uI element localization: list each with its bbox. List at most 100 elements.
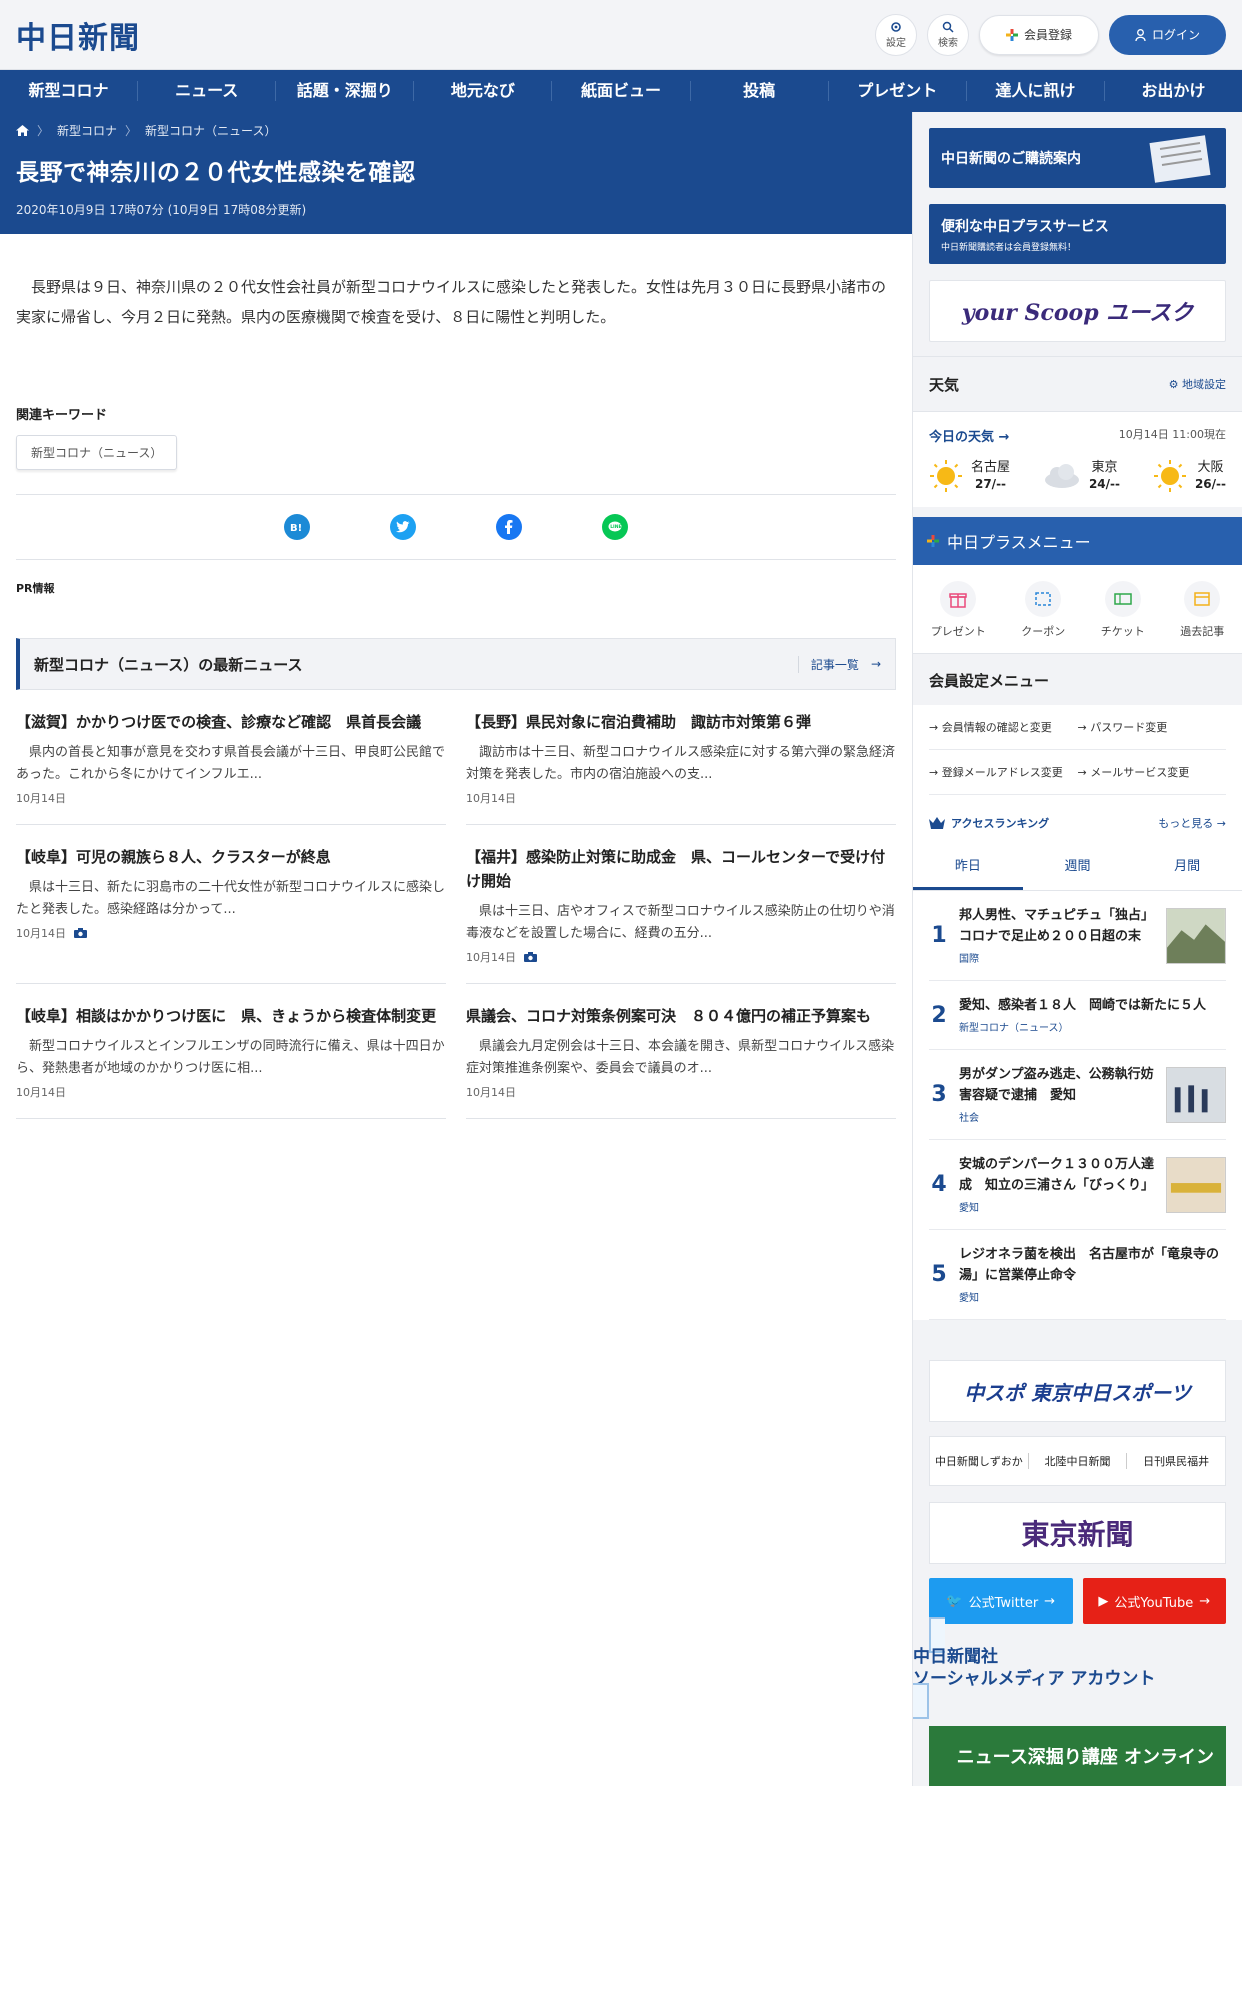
member-link[interactable]: → 会員情報の確認と変更 (929, 719, 1078, 735)
latest-news-list: 【滋賀】かかりつけ医での検査、診療など確認 県首長会議 県内の首長と知事が意見を… (16, 690, 896, 1119)
pr-label: PR情報 (16, 582, 55, 595)
line-icon[interactable]: LINE (602, 514, 628, 540)
news-date: 10月14日 (466, 1086, 516, 1099)
subscription-banner[interactable]: 中日新聞のご購読案内 (929, 128, 1226, 188)
site-logo[interactable]: 中日新聞 (16, 13, 140, 57)
breadcrumb-item-corona-news[interactable]: 新型コロナ（ニュース） (145, 122, 276, 139)
camera-icon (74, 928, 87, 938)
social-media-banner[interactable]: 中日新聞社 ソーシャルメディア アカウント (913, 1617, 1242, 1719)
news-date: 10月14日 (466, 951, 516, 964)
search-label: 検索 (937, 37, 958, 49)
news-title[interactable]: 【岐阜】相談はかかりつけ医に 県、きょうから検査体制変更 (16, 1004, 446, 1028)
nav-item-news[interactable]: ニュース (138, 81, 277, 101)
plus-menu-coupon[interactable]: クーポン (1021, 581, 1065, 639)
nav-item-outing[interactable]: お出かけ (1105, 81, 1242, 101)
news-title[interactable]: 【福井】感染防止対策に助成金 県、コールセンターで受け付け開始 (466, 845, 896, 893)
rank-title: 邦人男性、マチュピチュ「独占」 コロナで足止め２００日超の末 (959, 908, 1161, 944)
nav-item-local[interactable]: 地元なび (414, 81, 553, 101)
news-date: 10月14日 (16, 927, 66, 940)
sun-icon (1153, 460, 1186, 492)
twitter-icon[interactable] (390, 514, 416, 540)
member-link[interactable]: → メールサービス変更 (1078, 764, 1227, 780)
city-weather[interactable]: 大阪 26/-- (1153, 459, 1226, 493)
site-header: 中日新聞 設定 検索 会員登録 ログイン (0, 0, 1242, 70)
nav-item-corona[interactable]: 新型コロナ (0, 81, 139, 101)
tab-monthly[interactable]: 月間 (1132, 841, 1242, 890)
list-item[interactable]: 【岐阜】可児の親族ら８人、クラスターが終息 県は十三日、新たに羽島市の二十代女性… (16, 825, 446, 984)
link-fukui[interactable]: 日刊県民福井 (1127, 1453, 1225, 1469)
plus-menu-archive[interactable]: 過去記事 (1180, 581, 1224, 639)
latest-news-title: 新型コロナ（ニュース）の最新ニュース (34, 655, 303, 674)
facebook-icon[interactable] (496, 514, 522, 540)
rank-number: 3 (931, 1082, 947, 1107)
list-item[interactable]: 県議会、コロナ対策条例案可決 ８０４億円の補正予算案も 県議会九月定例会は十三日… (466, 984, 896, 1119)
list-item[interactable]: 【岐阜】相談はかかりつけ医に 県、きょうから検査体制変更 新型コロナウイルスとイ… (16, 984, 446, 1119)
plus-menu: プレゼント クーポン チケット 過去記事 (913, 565, 1242, 653)
article-list-link[interactable]: 記事一覧 → (797, 655, 881, 673)
tab-yesterday[interactable]: 昨日 (913, 841, 1023, 890)
member-link[interactable]: → パスワード変更 (1078, 719, 1227, 735)
ranking-item[interactable]: 4 安城のデンパーク１３００万人達成 知立の三浦さん「びっくり」 愛知 (929, 1140, 1226, 1230)
article-header: 〉 新型コロナ 〉 新型コロナ（ニュース） 長野で神奈川の２０代女性感染を確認 … (0, 112, 912, 234)
breadcrumb: 〉 新型コロナ 〉 新型コロナ（ニュース） (16, 122, 896, 139)
camera-icon (524, 952, 537, 962)
ranking-title: アクセスランキング (951, 817, 1050, 830)
list-item[interactable]: 【福井】感染防止対策に助成金 県、コールセンターで受け付け開始 県は十三日、店や… (466, 825, 896, 984)
ranking-item[interactable]: 3 男がダンプ盗み逃走、公務執行妨害容疑で逮捕 愛知 社会 (929, 1050, 1226, 1140)
link-shizuoka[interactable]: 中日新聞しずおか (930, 1453, 1029, 1469)
search-icon (942, 21, 954, 33)
coupon-icon (1025, 581, 1062, 617)
weather-panel: 今日の天気 → 10月14日 11:00現在 名古屋 27/-- 東京 24/-- … (913, 412, 1242, 507)
article-title: 長野で神奈川の２０代女性感染を確認 (16, 160, 416, 186)
sidebar: 中日新聞のご購読案内 便利な中日プラスサービス 中日新聞購読者は会員登録無料！ … (912, 112, 1242, 1786)
ranking-item[interactable]: 2 愛知、感染者１８人 岡崎では新たに５人 新型コロナ（ニュース） (929, 981, 1226, 1050)
nav-item-topics[interactable]: 話題・深掘り (276, 81, 415, 101)
twitter-button[interactable]: 🐦 公式Twitter → (929, 1578, 1073, 1624)
nav-item-paper-view[interactable]: 紙面ビュー (552, 81, 691, 101)
nav-item-post[interactable]: 投稿 (691, 81, 829, 101)
today-weather-link[interactable]: 今日の天気 → (929, 426, 1009, 445)
plus-menu-ticket[interactable]: チケット (1101, 581, 1145, 639)
chuspo-banner[interactable]: 中スポ 東京中日スポーツ (929, 1360, 1226, 1422)
plus-service-banner[interactable]: 便利な中日プラスサービス 中日新聞購読者は会員登録無料！ (929, 204, 1226, 264)
member-menu-title: 会員設定メニュー (913, 653, 1242, 705)
register-button[interactable]: 会員登録 (978, 14, 1099, 55)
news-title[interactable]: 県議会、コロナ対策条例案可決 ８０４億円の補正予算案も (466, 1004, 896, 1028)
home-icon[interactable] (16, 125, 29, 136)
ranking-more-link[interactable]: もっと見る → (1158, 815, 1226, 831)
plus-logo-icon (1005, 28, 1018, 41)
city-weather[interactable]: 東京 24/-- (1043, 459, 1120, 493)
list-item[interactable]: 【長野】県民対象に宿泊費補助 諏訪市対策第６弾 諏訪市は十三日、新型コロナウイル… (466, 690, 896, 825)
search-button[interactable]: 検索 (926, 13, 969, 56)
news-title[interactable]: 【岐阜】可児の親族ら８人、クラスターが終息 (16, 845, 446, 869)
city-weather[interactable]: 名古屋 27/-- (929, 459, 1010, 493)
news-title[interactable]: 【長野】県民対象に宿泊費補助 諏訪市対策第６弾 (466, 710, 896, 734)
keyword-chip[interactable]: 新型コロナ（ニュース） (16, 435, 178, 470)
rank-title: 安城のデンパーク１３００万人達成 知立の三浦さん「びっくり」 (959, 1157, 1155, 1193)
hatena-bookmark-icon[interactable]: B! (284, 514, 310, 540)
official-social: 🐦 公式Twitter → ▶ 公式YouTube → (929, 1578, 1226, 1624)
online-course-banner[interactable]: ニュース深掘り講座 オンライン (929, 1726, 1226, 1786)
plus-menu-present[interactable]: プレゼント (931, 581, 986, 639)
settings-button[interactable]: 設定 (874, 13, 917, 56)
weather-header: 天気 ⚙ 地域設定 (913, 356, 1242, 412)
list-item[interactable]: 【滋賀】かかりつけ医での検査、診療など確認 県首長会議 県内の首長と知事が意見を… (16, 690, 446, 825)
nav-item-present[interactable]: プレゼント (829, 81, 967, 101)
member-link[interactable]: → 登録メールアドレス変更 (929, 764, 1078, 780)
news-title[interactable]: 【滋賀】かかりつけ医での検査、診療など確認 県首長会議 (16, 710, 446, 734)
tokyo-shimbun-banner[interactable]: 東京新聞 (929, 1502, 1226, 1564)
nav-item-expert[interactable]: 達人に訊け (967, 81, 1105, 101)
weather-setting-link[interactable]: ⚙ 地域設定 (1169, 376, 1226, 392)
newspaper-icon (1149, 135, 1211, 183)
ranking-item[interactable]: 1 邦人男性、マチュピチュ「独占」 コロナで足止め２００日超の末 国際 (929, 891, 1226, 981)
youtube-button[interactable]: ▶ 公式YouTube → (1082, 1578, 1226, 1624)
login-button[interactable]: ログイン (1108, 14, 1226, 55)
link-hokuriku[interactable]: 北陸中日新聞 (1029, 1453, 1128, 1469)
ticket-icon (1104, 581, 1141, 617)
yourscoop-banner[interactable]: your Scoop ユースク (929, 280, 1226, 342)
ranking-item[interactable]: 5 レジオネラ菌を検出 名古屋市が「竜泉寺の湯」に営業停止命令 愛知 (929, 1230, 1226, 1320)
ranking-tabs: 昨日 週間 月間 (913, 841, 1242, 891)
breadcrumb-item-corona[interactable]: 新型コロナ (57, 122, 117, 139)
weather-time: 10月14日 11:00現在 (1118, 428, 1226, 441)
tab-weekly[interactable]: 週間 (1023, 841, 1133, 890)
